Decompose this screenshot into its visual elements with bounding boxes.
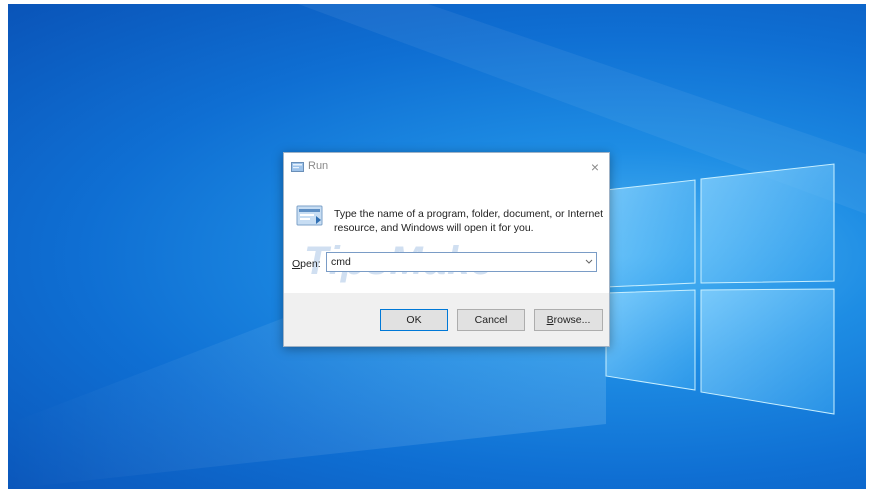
- open-label-rest: pen:: [300, 258, 321, 270]
- desktop: Run × Type the name of a program, folder…: [8, 4, 866, 489]
- run-program-icon: [296, 205, 323, 226]
- close-button[interactable]: ×: [581, 153, 609, 181]
- run-app-icon: [291, 162, 304, 172]
- open-combobox[interactable]: cmd: [326, 252, 597, 272]
- logo-pane-top-left: [605, 179, 696, 288]
- logo-pane-bottom-left: [605, 289, 696, 391]
- close-icon: ×: [590, 159, 600, 175]
- dialog-content: Type the name of a program, folder, docu…: [284, 181, 609, 293]
- title-bar[interactable]: Run ×: [284, 153, 609, 181]
- ok-button[interactable]: OK: [380, 309, 448, 331]
- browse-label-rest: rowse...: [553, 314, 591, 326]
- browse-button[interactable]: Browse...: [534, 309, 603, 331]
- open-label: Open:: [292, 258, 321, 270]
- open-label-accesskey: O: [292, 258, 301, 270]
- logo-pane-bottom-right: [700, 288, 835, 415]
- instruction-text: Type the name of a program, folder, docu…: [334, 208, 604, 234]
- run-dialog: Run × Type the name of a program, folder…: [283, 152, 610, 347]
- cancel-button[interactable]: Cancel: [457, 309, 525, 331]
- open-input[interactable]: cmd: [331, 256, 351, 268]
- browse-accesskey: B: [546, 314, 554, 326]
- window-title: Run: [308, 160, 329, 172]
- chevron-down-icon[interactable]: [585, 256, 593, 268]
- logo-pane-top-right: [700, 163, 835, 284]
